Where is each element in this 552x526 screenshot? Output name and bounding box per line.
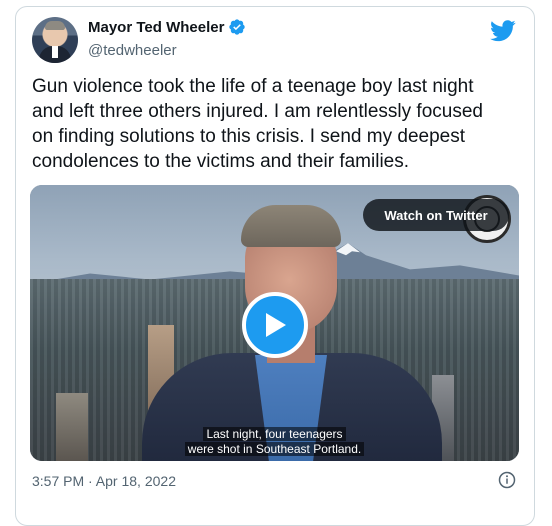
tweet-text: Gun violence took the life of a teenage …	[32, 76, 483, 172]
tweet-card: Mayor Ted Wheeler @tedwheeler Gun violen…	[15, 6, 535, 526]
watch-on-twitter-button[interactable]: Watch on Twitter	[363, 199, 509, 231]
avatar[interactable]	[32, 17, 78, 63]
avatar-shirt	[52, 46, 58, 58]
video-player[interactable]: Watch on Twitter Last night, four teenag…	[30, 185, 519, 461]
caption-line-2: were shot in Southeast Portland.	[184, 442, 365, 456]
tweet-timestamp[interactable]: 3:57 PM · Apr 18, 2022	[32, 473, 176, 489]
video-caption: Last night, four teenagers were shot in …	[30, 427, 519, 457]
verified-badge-icon	[229, 19, 246, 35]
speaker-hair	[241, 205, 341, 247]
play-icon	[266, 313, 286, 337]
avatar-hair	[45, 21, 65, 30]
play-button[interactable]	[242, 292, 308, 358]
caption-line-1: Last night, four teenagers	[203, 427, 346, 441]
author-name-row[interactable]: Mayor Ted Wheeler	[88, 17, 246, 37]
author-name[interactable]: Mayor Ted Wheeler	[88, 19, 224, 36]
author-handle[interactable]: @tedwheeler	[88, 42, 177, 59]
info-icon[interactable]	[498, 471, 516, 489]
twitter-bird-icon[interactable]	[490, 20, 516, 42]
